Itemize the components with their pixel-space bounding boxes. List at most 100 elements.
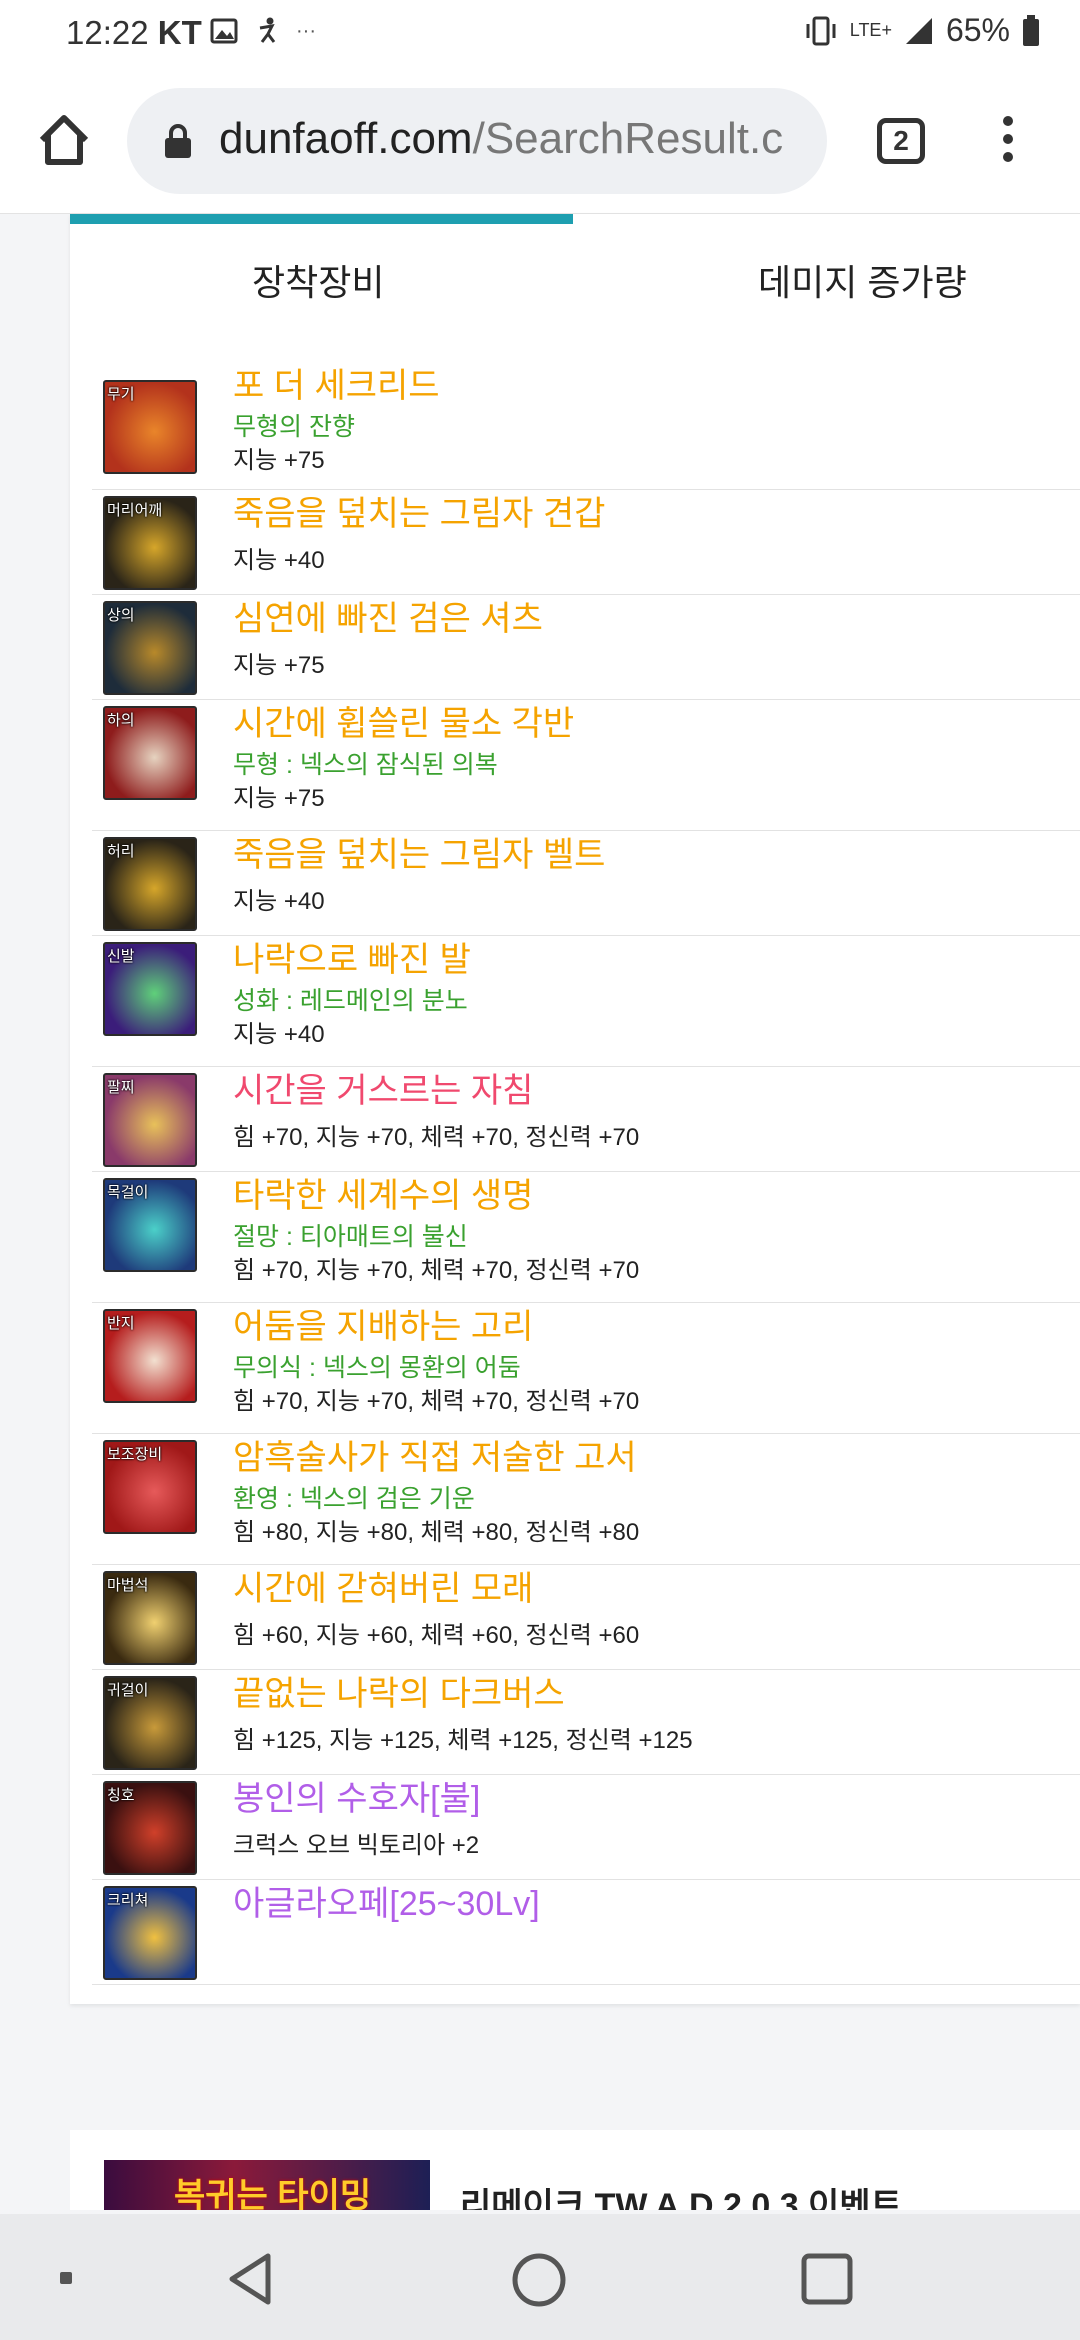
item-icon: 보조장비 <box>103 1440 197 1534</box>
equipment-item[interactable]: 상의 심연에 빠진 검은 셔츠지능 +75 <box>92 595 1080 700</box>
item-stat: 힘 +60, 지능 +60, 체력 +60, 정신력 +60 <box>233 1622 640 1649</box>
item-stat: 지능 +40 <box>233 888 325 915</box>
item-name[interactable]: 시간에 갇혀버린 모래 <box>233 1569 639 1609</box>
item-stat: 지능 +75 <box>233 447 325 474</box>
ad-card[interactable]: 복귀는 타이밍 리메이크 TW.A.D.2.0.3 이벤트 <box>70 2130 1080 2210</box>
item-slot-label: 무기 <box>107 386 135 403</box>
item-text: 죽음을 덮치는 그림자 견갑지능 +40 <box>233 494 605 578</box>
item-stat: 힘 +80, 지능 +80, 체력 +80, 정신력 +80 <box>233 1519 640 1546</box>
equipment-item[interactable]: 반지 어둠을 지배하는 고리무의식 : 넥스의 몽환의 어둠힘 +70, 지능 +… <box>92 1303 1080 1434</box>
equipment-item[interactable]: 마법석 시간에 갇혀버린 모래힘 +60, 지능 +60, 체력 +60, 정신력… <box>92 1565 1080 1670</box>
item-slot-label: 칭호 <box>107 1787 135 1804</box>
overview-icon[interactable] <box>800 2252 854 2306</box>
item-icon: 귀걸이 <box>103 1676 197 1770</box>
recents-dot-icon[interactable] <box>58 2270 74 2286</box>
item-name[interactable]: 나락으로 빠진 발 <box>233 940 471 980</box>
item-enchant: 무의식 : 넥스의 몽환의 어둠 <box>233 1354 521 1382</box>
ad-banner-image[interactable]: 복귀는 타이밍 <box>104 2160 430 2210</box>
back-icon[interactable] <box>226 2252 276 2306</box>
status-bar: 12:22 KT ··· LTE+ 65% <box>0 0 1080 66</box>
item-name[interactable]: 시간을 거스르는 자침 <box>233 1071 639 1111</box>
equipment-card: 장착장비 데미지 증가량 무기 포 더 세크리드 무형의 잔향 지능 +75 머리어깨 죽… <box>70 214 1080 2004</box>
item-slot-label: 마법석 <box>107 1577 149 1594</box>
item-stat: 지능 +75 <box>233 652 325 679</box>
item-enchant: 무형의 잔향 <box>233 413 355 441</box>
equipment-item[interactable]: 목걸이 타락한 세계수의 생명 절망 : 티아매트의 불신 힘 +70, 지능 +70… <box>92 1172 1080 1303</box>
equipment-item[interactable]: 무기 포 더 세크리드무형의 잔향지능 +75 <box>92 352 1080 490</box>
item-slot-label: 보조장비 <box>107 1446 163 1463</box>
item-icon: 크리쳐 <box>103 1886 197 1980</box>
item-stat: 지능 +40 <box>233 547 325 574</box>
equipment-item[interactable]: 하의 시간에 휩쓸린 물소 각반 무형 : 넥스의 잠식된 의복 지능 +75 <box>92 700 1080 831</box>
item-stat: 크럭스 오브 빅토리아 +2 <box>233 1832 480 1859</box>
item-text: 시간에 휩쓸린 물소 각반 무형 : 넥스의 잠식된 의복 지능 +75 <box>233 704 574 816</box>
item-slot-label: 반지 <box>107 1315 135 1332</box>
tab-switcher-button[interactable]: 2 <box>877 118 925 164</box>
item-slot-label: 목걸이 <box>107 1184 149 1201</box>
tab-damage-increase[interactable]: 데미지 증가량 <box>758 254 967 306</box>
lock-icon <box>165 124 191 158</box>
item-stat: 지능 +40 <box>233 1021 325 1048</box>
equipment-item[interactable]: 귀걸이 끝없는 나락의 다크버스힘 +125, 지능 +125, 체력 +125,… <box>92 1670 1080 1775</box>
item-slot-label: 신발 <box>107 948 135 965</box>
network-type: LTE+ <box>849 20 892 40</box>
browser-toolbar: dunfaoff.com/SearchResult.c 2 <box>0 66 1080 214</box>
battery-percent: 65% <box>945 12 1010 48</box>
item-name[interactable]: 끝없는 나락의 다크버스 <box>233 1674 693 1714</box>
active-tab-indicator <box>70 214 573 224</box>
item-icon: 허리 <box>103 837 197 931</box>
item-name[interactable]: 포 더 세크리드 <box>233 366 440 406</box>
item-stat: 힘 +70, 지능 +70, 체력 +70, 정신력 +70 <box>233 1388 640 1415</box>
equipment-item[interactable]: 신발 나락으로 빠진 발성화 : 레드메인의 분노지능 +40 <box>92 936 1080 1067</box>
item-text: 타락한 세계수의 생명 절망 : 티아매트의 불신 힘 +70, 지능 +70, 체… <box>233 1176 639 1288</box>
gallery-icon <box>210 18 238 44</box>
item-text: 심연에 빠진 검은 셔츠지능 +75 <box>233 599 543 683</box>
item-slot-label: 상의 <box>107 607 135 624</box>
equipment-item[interactable]: 허리 죽음을 덮치는 그림자 벨트지능 +40 <box>92 831 1080 936</box>
address-bar[interactable]: dunfaoff.com/SearchResult.c <box>127 88 827 194</box>
accessibility-icon <box>259 17 276 43</box>
item-slot-label: 머리어깨 <box>107 502 163 519</box>
item-enchant: 절망 : 티아매트의 불신 <box>233 1223 468 1251</box>
item-icon: 머리어깨 <box>103 496 197 590</box>
equipment-item[interactable]: 칭호 봉인의 수호자[불] 크럭스 오브 빅토리아 +2 <box>92 1775 1080 1880</box>
item-text: 시간을 거스르는 자침힘 +70, 지능 +70, 체력 +70, 정신력 +7… <box>233 1071 639 1155</box>
item-name[interactable]: 죽음을 덮치는 그림자 벨트 <box>233 835 605 875</box>
signal-icon <box>905 17 932 44</box>
item-name[interactable]: 암흑술사가 직접 저술한 고서 <box>233 1438 639 1478</box>
item-icon: 신발 <box>103 942 197 1036</box>
item-text: 시간에 갇혀버린 모래힘 +60, 지능 +60, 체력 +60, 정신력 +6… <box>233 1569 639 1653</box>
equipment-item[interactable]: 크리쳐 아글라오페[25~30Lv] <box>92 1880 1080 1985</box>
equipment-item[interactable]: 머리어깨 죽음을 덮치는 그림자 견갑지능 +40 <box>92 490 1080 595</box>
item-icon: 팔찌 <box>103 1073 197 1167</box>
overflow-menu-icon[interactable] <box>996 116 1020 166</box>
home-icon[interactable] <box>34 110 94 170</box>
item-name[interactable]: 심연에 빠진 검은 셔츠 <box>233 599 543 639</box>
equipment-item[interactable]: 보조장비 암흑술사가 직접 저술한 고서 환영 : 넥스의 검은 기운 힘 +80, … <box>92 1434 1080 1565</box>
item-name[interactable]: 죽음을 덮치는 그림자 견갑 <box>233 494 605 534</box>
item-name[interactable]: 어둠을 지배하는 고리 <box>233 1307 639 1347</box>
item-slot-label: 크리쳐 <box>107 1892 149 1909</box>
equipment-item[interactable]: 팔찌 시간을 거스르는 자침힘 +70, 지능 +70, 체력 +70, 정신력 … <box>92 1067 1080 1172</box>
item-name[interactable]: 아글라오페[25~30Lv] <box>233 1884 540 1924</box>
tab-equipment[interactable]: 장착장비 <box>252 254 384 306</box>
ad-banner-text: 복귀는 타이밍 <box>174 2177 372 2210</box>
item-text: 포 더 세크리드무형의 잔향지능 +75 <box>233 366 440 478</box>
status-right: LTE+ 65% <box>804 12 1040 49</box>
item-name[interactable]: 시간에 휩쓸린 물소 각반 <box>233 704 574 744</box>
item-name[interactable]: 봉인의 수호자[불] <box>233 1779 480 1819</box>
item-icon: 반지 <box>103 1309 197 1403</box>
home-nav-icon[interactable] <box>511 2252 567 2308</box>
item-name[interactable]: 타락한 세계수의 생명 <box>233 1176 639 1216</box>
item-icon: 상의 <box>103 601 197 695</box>
item-stat: 힘 +70, 지능 +70, 체력 +70, 정신력 +70 <box>233 1124 640 1151</box>
item-stat: 힘 +125, 지능 +125, 체력 +125, 정신력 +125 <box>233 1727 693 1754</box>
item-enchant: 성화 : 레드메인의 분노 <box>233 987 468 1015</box>
item-text: 아글라오페[25~30Lv] <box>233 1884 540 1924</box>
notification-icons: ··· <box>210 16 316 46</box>
system-nav-bar <box>0 2214 1080 2340</box>
item-icon: 칭호 <box>103 1781 197 1875</box>
item-text: 암흑술사가 직접 저술한 고서 환영 : 넥스의 검은 기운 힘 +80, 지능 +… <box>233 1438 639 1550</box>
ad-title[interactable]: 리메이크 TW.A.D.2.0.3 이벤트 <box>460 2178 902 2210</box>
item-icon: 마법석 <box>103 1571 197 1665</box>
